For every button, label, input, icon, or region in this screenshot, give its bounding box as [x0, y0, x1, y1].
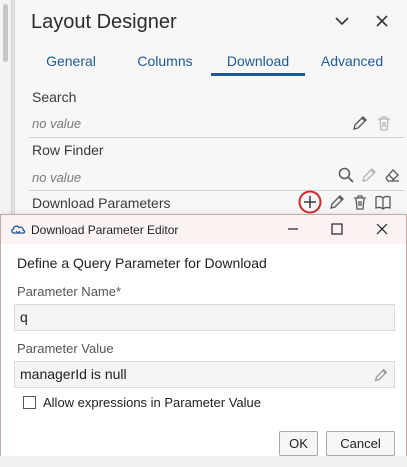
tab-columns[interactable]: Columns — [129, 50, 201, 76]
search-icon[interactable] — [337, 166, 355, 184]
tab-general[interactable]: General — [37, 50, 105, 76]
layout-designer-panel: Layout Designer General Columns Download… — [14, 0, 407, 215]
minimize-icon[interactable] — [286, 222, 300, 236]
search-value: no value — [32, 116, 82, 131]
download-parameter-editor-dialog: Download Parameter Editor Define a Query… — [0, 214, 407, 464]
ok-button[interactable]: OK — [279, 431, 318, 456]
eraser-icon[interactable] — [383, 166, 401, 184]
allow-expressions-checkbox[interactable] — [23, 396, 36, 409]
allow-expressions-label: Allow expressions in Parameter Value — [43, 395, 261, 410]
cancel-button[interactable]: Cancel — [326, 431, 395, 456]
search-label: Search — [32, 89, 77, 105]
book-icon[interactable] — [374, 193, 392, 211]
pencil-icon[interactable] — [351, 114, 369, 132]
cloud-logo-icon — [10, 222, 26, 236]
maximize-icon[interactable] — [330, 222, 344, 236]
tab-bar: General Columns Download Advanced — [15, 50, 407, 76]
row-finder-label: Row Finder — [32, 142, 104, 158]
pencil-icon[interactable] — [373, 367, 389, 383]
add-parameter-icon[interactable] — [298, 190, 322, 214]
trash-icon[interactable] — [375, 114, 393, 132]
parameter-value-label: Parameter Value — [17, 341, 114, 356]
parameter-name-input[interactable]: q — [14, 304, 395, 331]
tab-download[interactable]: Download — [211, 50, 305, 76]
dialog-title: Download Parameter Editor — [31, 223, 179, 237]
row-finder-value: no value — [32, 170, 82, 185]
divider — [29, 190, 405, 191]
parameter-name-label: Parameter Name* — [17, 284, 122, 299]
parameter-value-input[interactable]: managerId is null — [14, 361, 395, 388]
download-parameters-label: Download Parameters — [32, 195, 171, 211]
scrollbar-thumb[interactable] — [3, 4, 8, 62]
tab-advanced[interactable]: Advanced — [315, 50, 389, 76]
dialog-titlebar: Download Parameter Editor — [1, 215, 406, 244]
bottom-strip — [0, 456, 407, 467]
pencil-icon[interactable] — [360, 166, 378, 184]
chevron-down-icon[interactable] — [333, 12, 351, 30]
panel-title: Layout Designer — [31, 11, 177, 33]
close-icon[interactable] — [375, 222, 389, 236]
close-icon[interactable] — [373, 12, 391, 30]
divider — [29, 137, 405, 138]
pencil-icon[interactable] — [328, 193, 346, 211]
dialog-heading: Define a Query Parameter for Download — [17, 255, 267, 271]
trash-icon[interactable] — [351, 193, 369, 211]
